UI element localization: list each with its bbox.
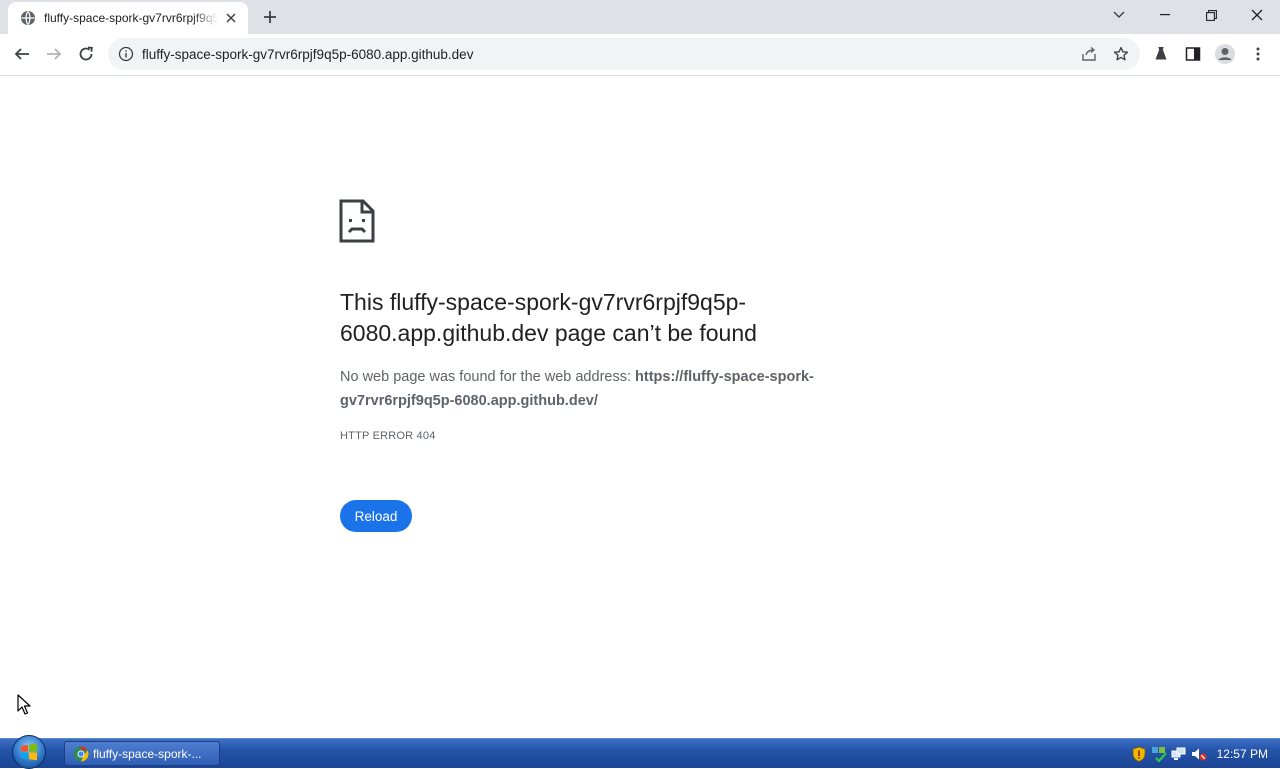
mouse-cursor-icon — [17, 694, 33, 716]
browser-toolbar: fluffy-space-spork-gv7rvr6rpjf9q5p-6080.… — [0, 34, 1280, 76]
minimize-button[interactable] — [1142, 0, 1188, 30]
close-tab-icon[interactable] — [222, 9, 240, 27]
new-tab-button[interactable] — [258, 5, 282, 29]
chrome-icon — [73, 746, 89, 762]
sad-page-icon — [338, 198, 376, 244]
error-code: HTTP ERROR 404 — [340, 430, 436, 442]
restore-button[interactable] — [1188, 0, 1234, 30]
forward-button[interactable] — [39, 39, 69, 69]
extensions-icon[interactable] — [1146, 39, 1176, 69]
page-content: This fluffy-space-spork-gv7rvr6rpjf9q5p-… — [0, 77, 1280, 738]
side-panel-icon[interactable] — [1178, 39, 1208, 69]
update-status-icon[interactable] — [1151, 746, 1167, 762]
menu-icon[interactable] — [1243, 39, 1273, 69]
url-text: fluffy-space-spork-gv7rvr6rpjf9q5p-6080.… — [142, 46, 474, 62]
reload-icon[interactable] — [71, 39, 101, 69]
bookmark-star-icon[interactable] — [1106, 39, 1136, 69]
error-heading: This fluffy-space-spork-gv7rvr6rpjf9q5p-… — [340, 289, 757, 346]
system-tray: 12:57 PM — [1127, 739, 1280, 768]
volume-muted-icon[interactable] — [1191, 746, 1207, 762]
network-icon[interactable] — [1171, 746, 1187, 762]
error-description: No web page was found for the web addres… — [340, 365, 860, 413]
browser-tab[interactable]: fluffy-space-spork-gv7rvr6rpjf9q5p-6080.… — [8, 2, 248, 34]
tab-search-icon[interactable] — [1096, 0, 1142, 30]
start-button[interactable] — [8, 735, 50, 769]
close-window-button[interactable] — [1234, 0, 1280, 30]
taskbar-item-label: fluffy-space-spork-... — [93, 746, 202, 761]
address-bar[interactable]: fluffy-space-spork-gv7rvr6rpjf9q5p-6080.… — [108, 38, 1140, 70]
tab-strip: fluffy-space-spork-gv7rvr6rpjf9q5p-6080.… — [0, 0, 1280, 34]
reload-button[interactable]: Reload — [340, 500, 412, 532]
clock[interactable]: 12:57 PM — [1217, 747, 1268, 761]
windows-logo-icon — [12, 735, 46, 769]
security-shield-icon[interactable] — [1131, 746, 1147, 762]
back-button[interactable] — [7, 39, 37, 69]
error-description-text: No web page was found for the web addres… — [340, 369, 636, 385]
taskbar-chrome-item[interactable]: fluffy-space-spork-... — [64, 741, 220, 766]
profile-avatar-icon[interactable] — [1210, 39, 1240, 69]
globe-icon — [20, 10, 36, 26]
tab-title: fluffy-space-spork-gv7rvr6rpjf9q5p-6080.… — [44, 11, 218, 25]
site-info-icon[interactable] — [116, 44, 136, 64]
share-icon[interactable] — [1074, 39, 1104, 69]
taskbar: fluffy-space-spork-... 12:57 PM — [0, 735, 1280, 769]
